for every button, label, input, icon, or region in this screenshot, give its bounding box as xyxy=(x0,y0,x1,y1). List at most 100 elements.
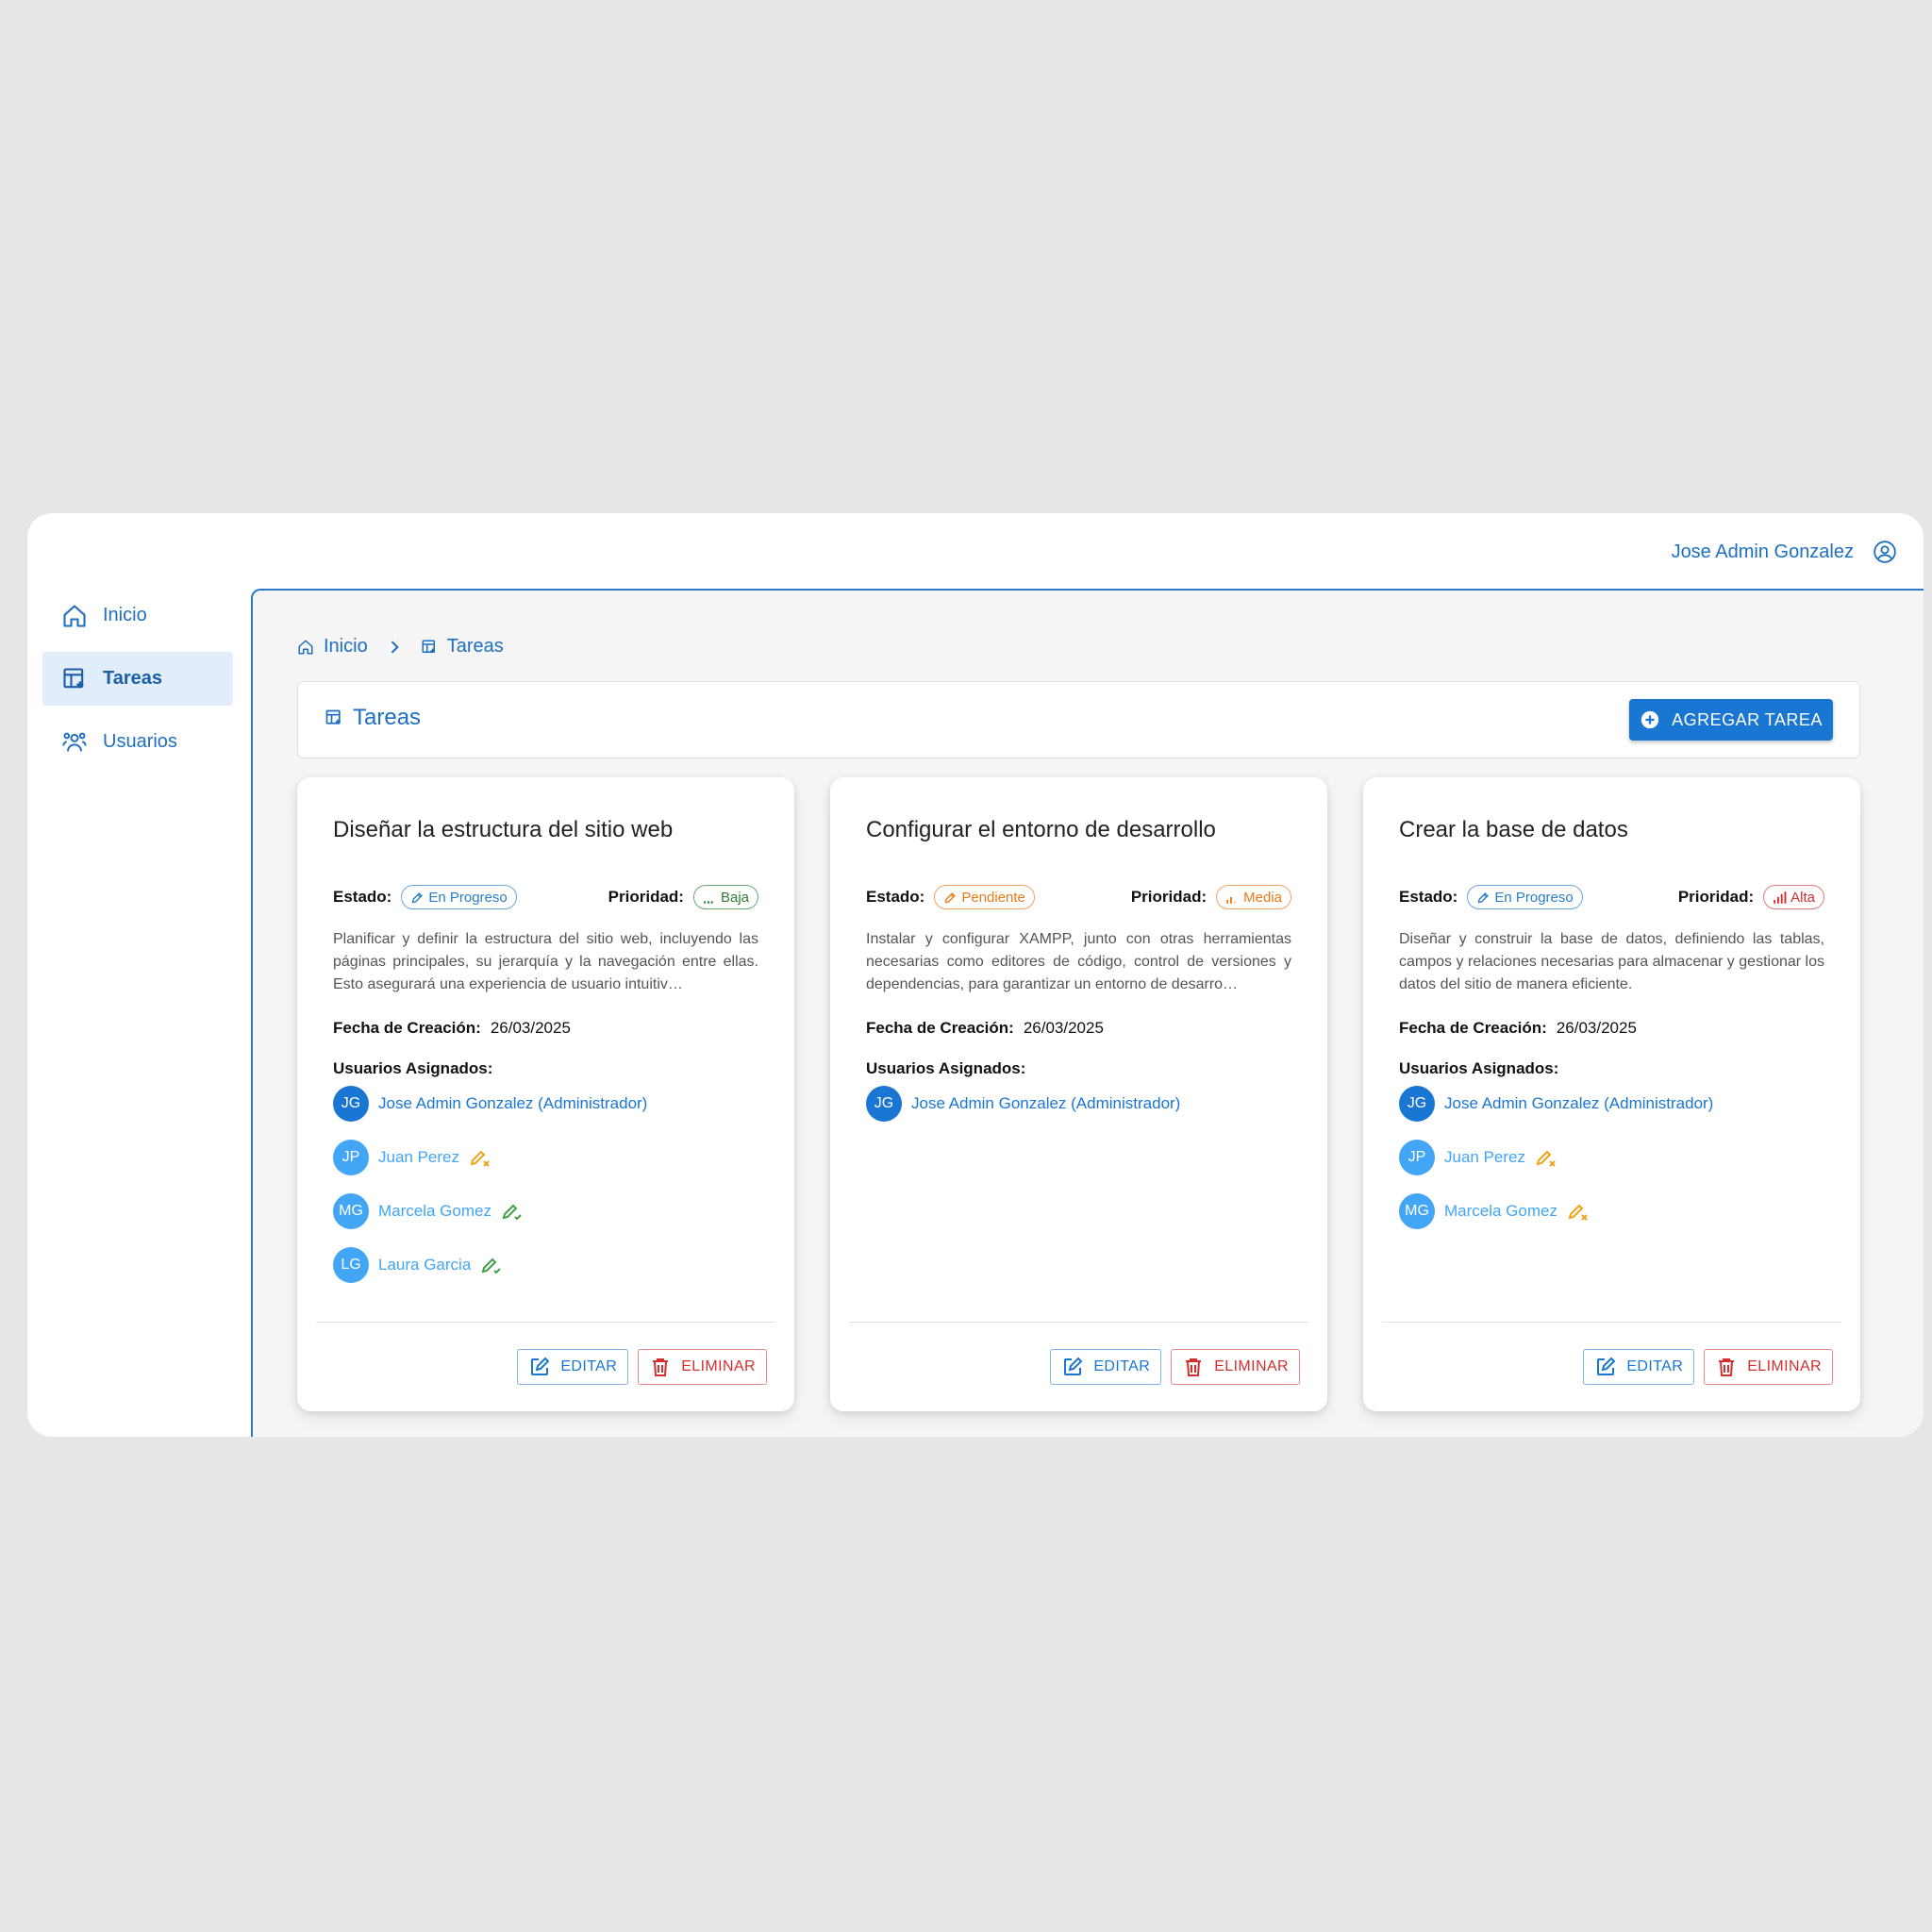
task-description: Planificar y definir la estructura del s… xyxy=(333,931,758,992)
breadcrumb: Inicio Tareas xyxy=(297,636,504,658)
assigned-users-list: JG Jose Admin Gonzalez (Administrador) xyxy=(866,1086,1180,1140)
card-actions: EDITAR ELIMINAR xyxy=(1583,1349,1833,1385)
edit-check-icon xyxy=(502,1204,522,1221)
prioridad-label: Prioridad: xyxy=(608,888,684,906)
avatar: JG xyxy=(1399,1086,1435,1122)
sidebar-item-inicio[interactable]: Inicio xyxy=(42,589,233,642)
divider xyxy=(316,1322,775,1323)
sidebar-item-label: Inicio xyxy=(103,605,147,625)
assigned-users-label: Usuarios Asignados: xyxy=(333,1059,493,1077)
breadcrumb-home-label: Inicio xyxy=(324,636,368,657)
add-circle-icon xyxy=(1641,710,1659,729)
sidebar-item-label: Usuarios xyxy=(103,731,177,752)
creation-date: Fecha de Creación: 26/03/2025 xyxy=(866,1019,1104,1037)
list-item: JP Juan Perez xyxy=(333,1140,647,1175)
main-content: Inicio Tareas Tareas AGREGAR TAREA Diseñ… xyxy=(251,589,1924,1437)
assigned-users-label: Usuarios Asignados: xyxy=(1399,1059,1559,1077)
prioridad-label: Prioridad: xyxy=(1677,888,1755,906)
add-task-label: AGREGAR TAREA xyxy=(1672,709,1823,729)
task-title: Crear la base de datos xyxy=(1399,817,1628,842)
creation-date: Fecha de Creación: 26/03/2025 xyxy=(333,1019,571,1037)
list-item: JG Jose Admin Gonzalez (Administrador) xyxy=(866,1086,1180,1122)
list-item: JG Jose Admin Gonzalez (Administrador) xyxy=(1399,1086,1713,1122)
trash-icon xyxy=(653,1358,669,1376)
page-title-text: Tareas xyxy=(353,705,422,730)
card-actions: EDITAR ELIMINAR xyxy=(1050,1349,1300,1385)
task-table-icon xyxy=(422,640,435,653)
edit-icon xyxy=(1064,1357,1083,1375)
task-card: Crear la base de datos Estado: En Progre… xyxy=(1363,777,1860,1411)
users-group-icon xyxy=(62,732,87,751)
user-name: Juan Perez xyxy=(1444,1148,1525,1166)
edit-pencil-icon xyxy=(944,891,957,903)
task-title: Diseñar la estructura del sitio web xyxy=(333,817,674,842)
task-description: Instalar y configurar XAMPP, junto con o… xyxy=(866,931,1291,992)
edit-off-icon xyxy=(1568,1204,1588,1221)
card-actions: EDITAR ELIMINAR xyxy=(517,1349,767,1385)
assigned-users-label: Usuarios Asignados: xyxy=(866,1059,1026,1077)
breadcrumb-inicio[interactable]: Inicio xyxy=(297,636,368,658)
avatar: JG xyxy=(866,1086,902,1122)
signal-low-icon xyxy=(704,900,713,904)
task-title: Configurar el entorno de desarrollo xyxy=(866,817,1216,842)
tasks-header: Tareas AGREGAR TAREA xyxy=(297,681,1860,758)
home-icon xyxy=(63,604,86,627)
avatar: JG xyxy=(333,1086,369,1122)
avatar: JP xyxy=(333,1140,369,1175)
status-badge: Pendiente xyxy=(934,885,1035,909)
assigned-users-list: JG Jose Admin Gonzalez (Administrador) J… xyxy=(333,1086,647,1301)
status-badge: En Progreso xyxy=(401,885,517,909)
edit-off-icon xyxy=(1536,1150,1556,1167)
signal-medium-icon xyxy=(1226,896,1236,904)
sidebar-item-tareas[interactable]: Tareas xyxy=(42,652,233,706)
estado-label: Estado: xyxy=(333,888,392,906)
edit-icon xyxy=(1597,1357,1616,1375)
sidebar-item-usuarios[interactable]: Usuarios xyxy=(42,715,233,769)
delete-button[interactable]: ELIMINAR xyxy=(1171,1349,1300,1385)
status-badge: En Progreso xyxy=(1467,885,1583,909)
add-task-button[interactable]: AGREGAR TAREA xyxy=(1629,699,1833,741)
user-name: Jose Admin Gonzalez (Administrador) xyxy=(911,1094,1181,1112)
task-meta: Estado: En Progreso Prioridad: Alta xyxy=(1399,883,1824,911)
priority-badge: Baja xyxy=(692,885,758,909)
breadcrumb-current-label: Tareas xyxy=(446,636,504,657)
user-name: Juan Perez xyxy=(378,1148,459,1166)
edit-button[interactable]: EDITAR xyxy=(517,1349,629,1385)
user-name: Jose Admin Gonzalez (Administrador) xyxy=(378,1094,648,1112)
list-item: JG Jose Admin Gonzalez (Administrador) xyxy=(333,1086,647,1122)
user-name: Jose Admin Gonzalez (Administrador) xyxy=(1444,1094,1714,1112)
priority-badge: Media xyxy=(1216,885,1291,909)
task-description: Diseñar y construir la base de datos, de… xyxy=(1399,931,1824,992)
divider xyxy=(1382,1322,1841,1323)
edit-button[interactable]: EDITAR xyxy=(1050,1349,1162,1385)
trash-icon xyxy=(1186,1358,1202,1376)
creation-date: Fecha de Creación: 26/03/2025 xyxy=(1399,1019,1637,1037)
priority-badge: Alta xyxy=(1763,885,1824,909)
divider xyxy=(849,1322,1308,1323)
avatar: LG xyxy=(333,1247,369,1283)
edit-off-icon xyxy=(470,1150,490,1167)
user-name: Marcela Gomez xyxy=(1444,1202,1557,1220)
page-title: Tareas xyxy=(325,705,421,731)
list-item: MG Marcela Gomez xyxy=(333,1193,647,1229)
task-card: Diseñar la estructura del sitio web Esta… xyxy=(297,777,794,1411)
prioridad-label: Prioridad: xyxy=(1130,888,1208,906)
estado-label: Estado: xyxy=(1399,888,1458,906)
account-circle-icon xyxy=(1874,541,1896,563)
user-name: Laura Garcia xyxy=(378,1256,472,1274)
task-card: Configurar el entorno de desarrollo Esta… xyxy=(830,777,1327,1411)
avatar: MG xyxy=(1399,1193,1435,1229)
task-table-icon xyxy=(63,667,84,688)
home-icon xyxy=(298,640,313,654)
delete-button[interactable]: ELIMINAR xyxy=(1704,1349,1833,1385)
user-menu[interactable]: Jose Admin Gonzalez xyxy=(1672,538,1897,566)
avatar: MG xyxy=(333,1193,369,1229)
estado-label: Estado: xyxy=(866,888,925,906)
delete-button[interactable]: ELIMINAR xyxy=(638,1349,767,1385)
chevron-right-icon xyxy=(391,640,399,654)
edit-button[interactable]: EDITAR xyxy=(1583,1349,1695,1385)
task-meta: Estado: Pendiente Prioridad: Media xyxy=(866,883,1291,911)
trash-icon xyxy=(1719,1358,1735,1376)
user-name: Marcela Gomez xyxy=(378,1202,491,1220)
breadcrumb-tareas: Tareas xyxy=(421,636,504,658)
